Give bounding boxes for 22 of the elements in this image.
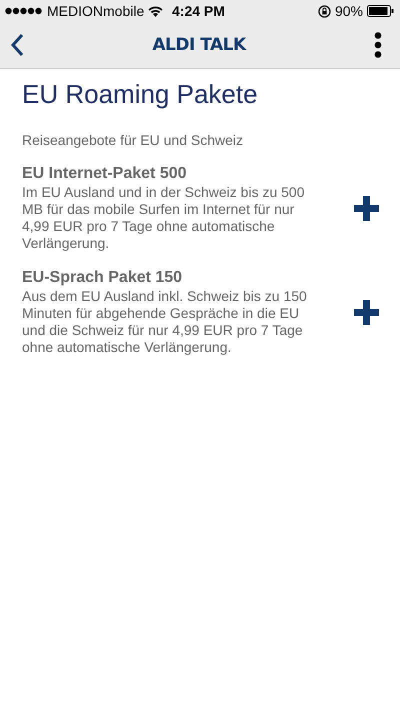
plus-icon (354, 300, 379, 325)
package-name: EU-Sprach Paket 150 (22, 269, 184, 287)
package-name: EU Internet-Paket 500 (22, 165, 188, 183)
package-description: Aus dem EU Ausland inkl. Schweiz bis zu 150 Minuten für abgehende Gespräche in die EU und die Schweiz für nur 4,99 EUR pro 7 Tage ohne automatische Verlängerung. (22, 288, 308, 356)
add-button[interactable] (354, 300, 379, 325)
rotation-lock-icon (318, 4, 331, 18)
plus-icon (354, 196, 379, 221)
app-logo: ALDI TALK (152, 35, 246, 55)
battery-percent: 90% (334, 3, 363, 19)
page-subtitle: Reiseangebote für EU und Schweiz (22, 132, 244, 148)
carrier-name: MEDIONmobile (47, 3, 144, 19)
back-icon (10, 33, 24, 57)
wifi-icon (148, 6, 164, 16)
menu-button[interactable] (372, 30, 384, 60)
page-title: EU Roaming Pakete (22, 79, 259, 110)
add-button[interactable] (354, 196, 379, 221)
back-button[interactable] (8, 31, 26, 59)
more-icon (374, 32, 382, 58)
clock-time: 4:24 PM (172, 3, 225, 19)
signal-icon (5, 7, 43, 15)
package-description: Im EU Ausland und in der Schweiz bis zu 500 MB für das mobile Surfen im Internet für nur 4,99 EUR pro 7 Tage ohne automatische Verlängerung. (22, 184, 306, 252)
battery-icon (367, 5, 394, 17)
